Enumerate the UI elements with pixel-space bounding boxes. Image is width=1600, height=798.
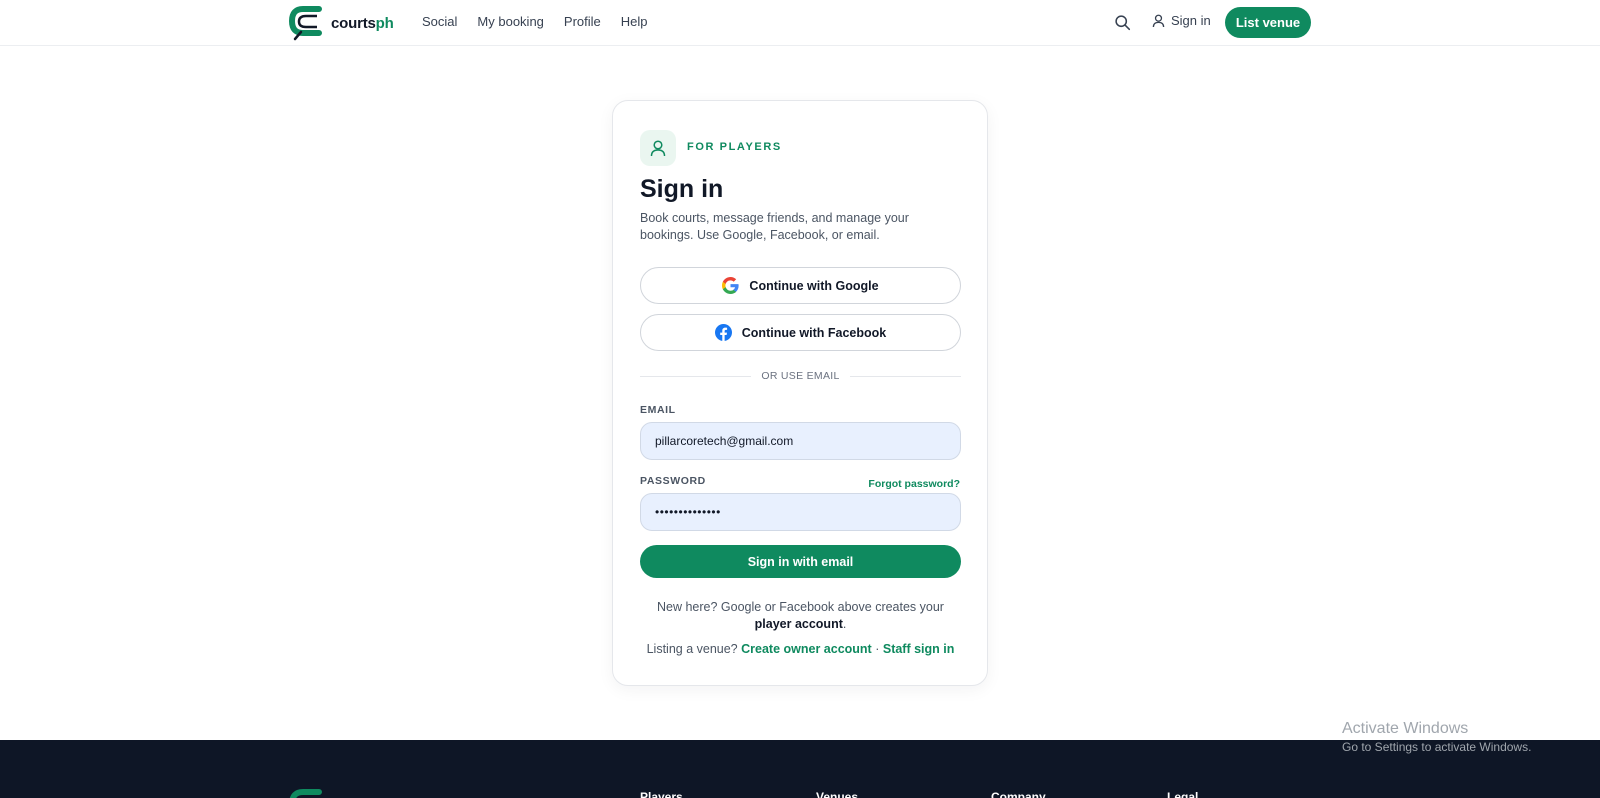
logo-text: courtsph (331, 14, 394, 32)
create-owner-account-link[interactable]: Create owner account (741, 642, 872, 656)
nav-my-booking[interactable]: My booking (477, 14, 543, 29)
divider-line (849, 375, 962, 377)
facebook-button-label: Continue with Facebook (741, 325, 887, 340)
sign-in-card: FOR PLAYERS Sign in Book courts, message… (612, 100, 988, 686)
new-account-note: New here? Google or Facebook above creat… (657, 600, 944, 631)
player-badge (640, 130, 676, 166)
footer-col-players[interactable]: Players (640, 790, 683, 798)
sign-in-label: Sign in (1171, 13, 1211, 28)
footer-col-legal[interactable]: Legal (1167, 790, 1198, 798)
continue-with-google-button[interactable]: Continue with Google (640, 267, 961, 304)
facebook-icon (714, 324, 732, 341)
continue-with-facebook-button[interactable]: Continue with Facebook (640, 314, 961, 351)
google-button-label: Continue with Google (749, 278, 879, 293)
footer-col-company[interactable]: Company (991, 790, 1046, 798)
footer-logo[interactable] (289, 788, 323, 798)
activate-windows-watermark: Activate Windows Go to Settings to activ… (1342, 720, 1531, 754)
email-field[interactable]: pillarcoretech@gmail.com (640, 422, 961, 460)
divider-label: OR USE EMAIL (761, 370, 840, 382)
top-header: courtsph Social My booking Profile Help … (0, 0, 1600, 46)
nav-profile[interactable]: Profile (564, 14, 601, 29)
forgot-password-link[interactable]: Forgot password? (868, 478, 960, 490)
nav-help[interactable]: Help (621, 14, 648, 29)
courtsph-logo[interactable]: courtsph (289, 5, 394, 41)
footer-col-venues[interactable]: Venues (816, 790, 858, 798)
watermark-title: Activate Windows (1342, 720, 1469, 737)
page-title: Sign in (640, 175, 724, 203)
list-venue-button[interactable]: List venue (1225, 7, 1311, 38)
google-icon (722, 277, 740, 294)
search-icon[interactable] (1114, 14, 1131, 31)
logo-mark-icon (289, 789, 322, 798)
page-subtitle: Book courts, message friends, and manage… (640, 211, 909, 242)
email-label: EMAIL (640, 404, 676, 416)
or-divider: OR USE EMAIL (640, 369, 962, 383)
owner-links: Listing a venue? Create owner account · … (646, 642, 955, 656)
main-nav: Social My booking Profile Help (422, 14, 648, 29)
password-label: PASSWORD (640, 475, 706, 487)
divider-line (640, 375, 752, 377)
for-players-label: FOR PLAYERS (687, 141, 782, 153)
watermark-subtitle: Go to Settings to activate Windows. (1342, 740, 1532, 754)
staff-sign-in-link[interactable]: Staff sign in (883, 642, 955, 656)
nav-social[interactable]: Social (422, 14, 457, 29)
header-sign-in-link[interactable]: Sign in (1152, 13, 1211, 28)
logo-mark-icon (289, 6, 322, 41)
user-icon (650, 140, 666, 157)
user-icon (1152, 14, 1165, 27)
password-field[interactable]: •••••••••••••• (640, 493, 961, 531)
sign-in-with-email-button[interactable]: Sign in with email (640, 545, 961, 578)
player-account-text: player account (754, 617, 843, 631)
